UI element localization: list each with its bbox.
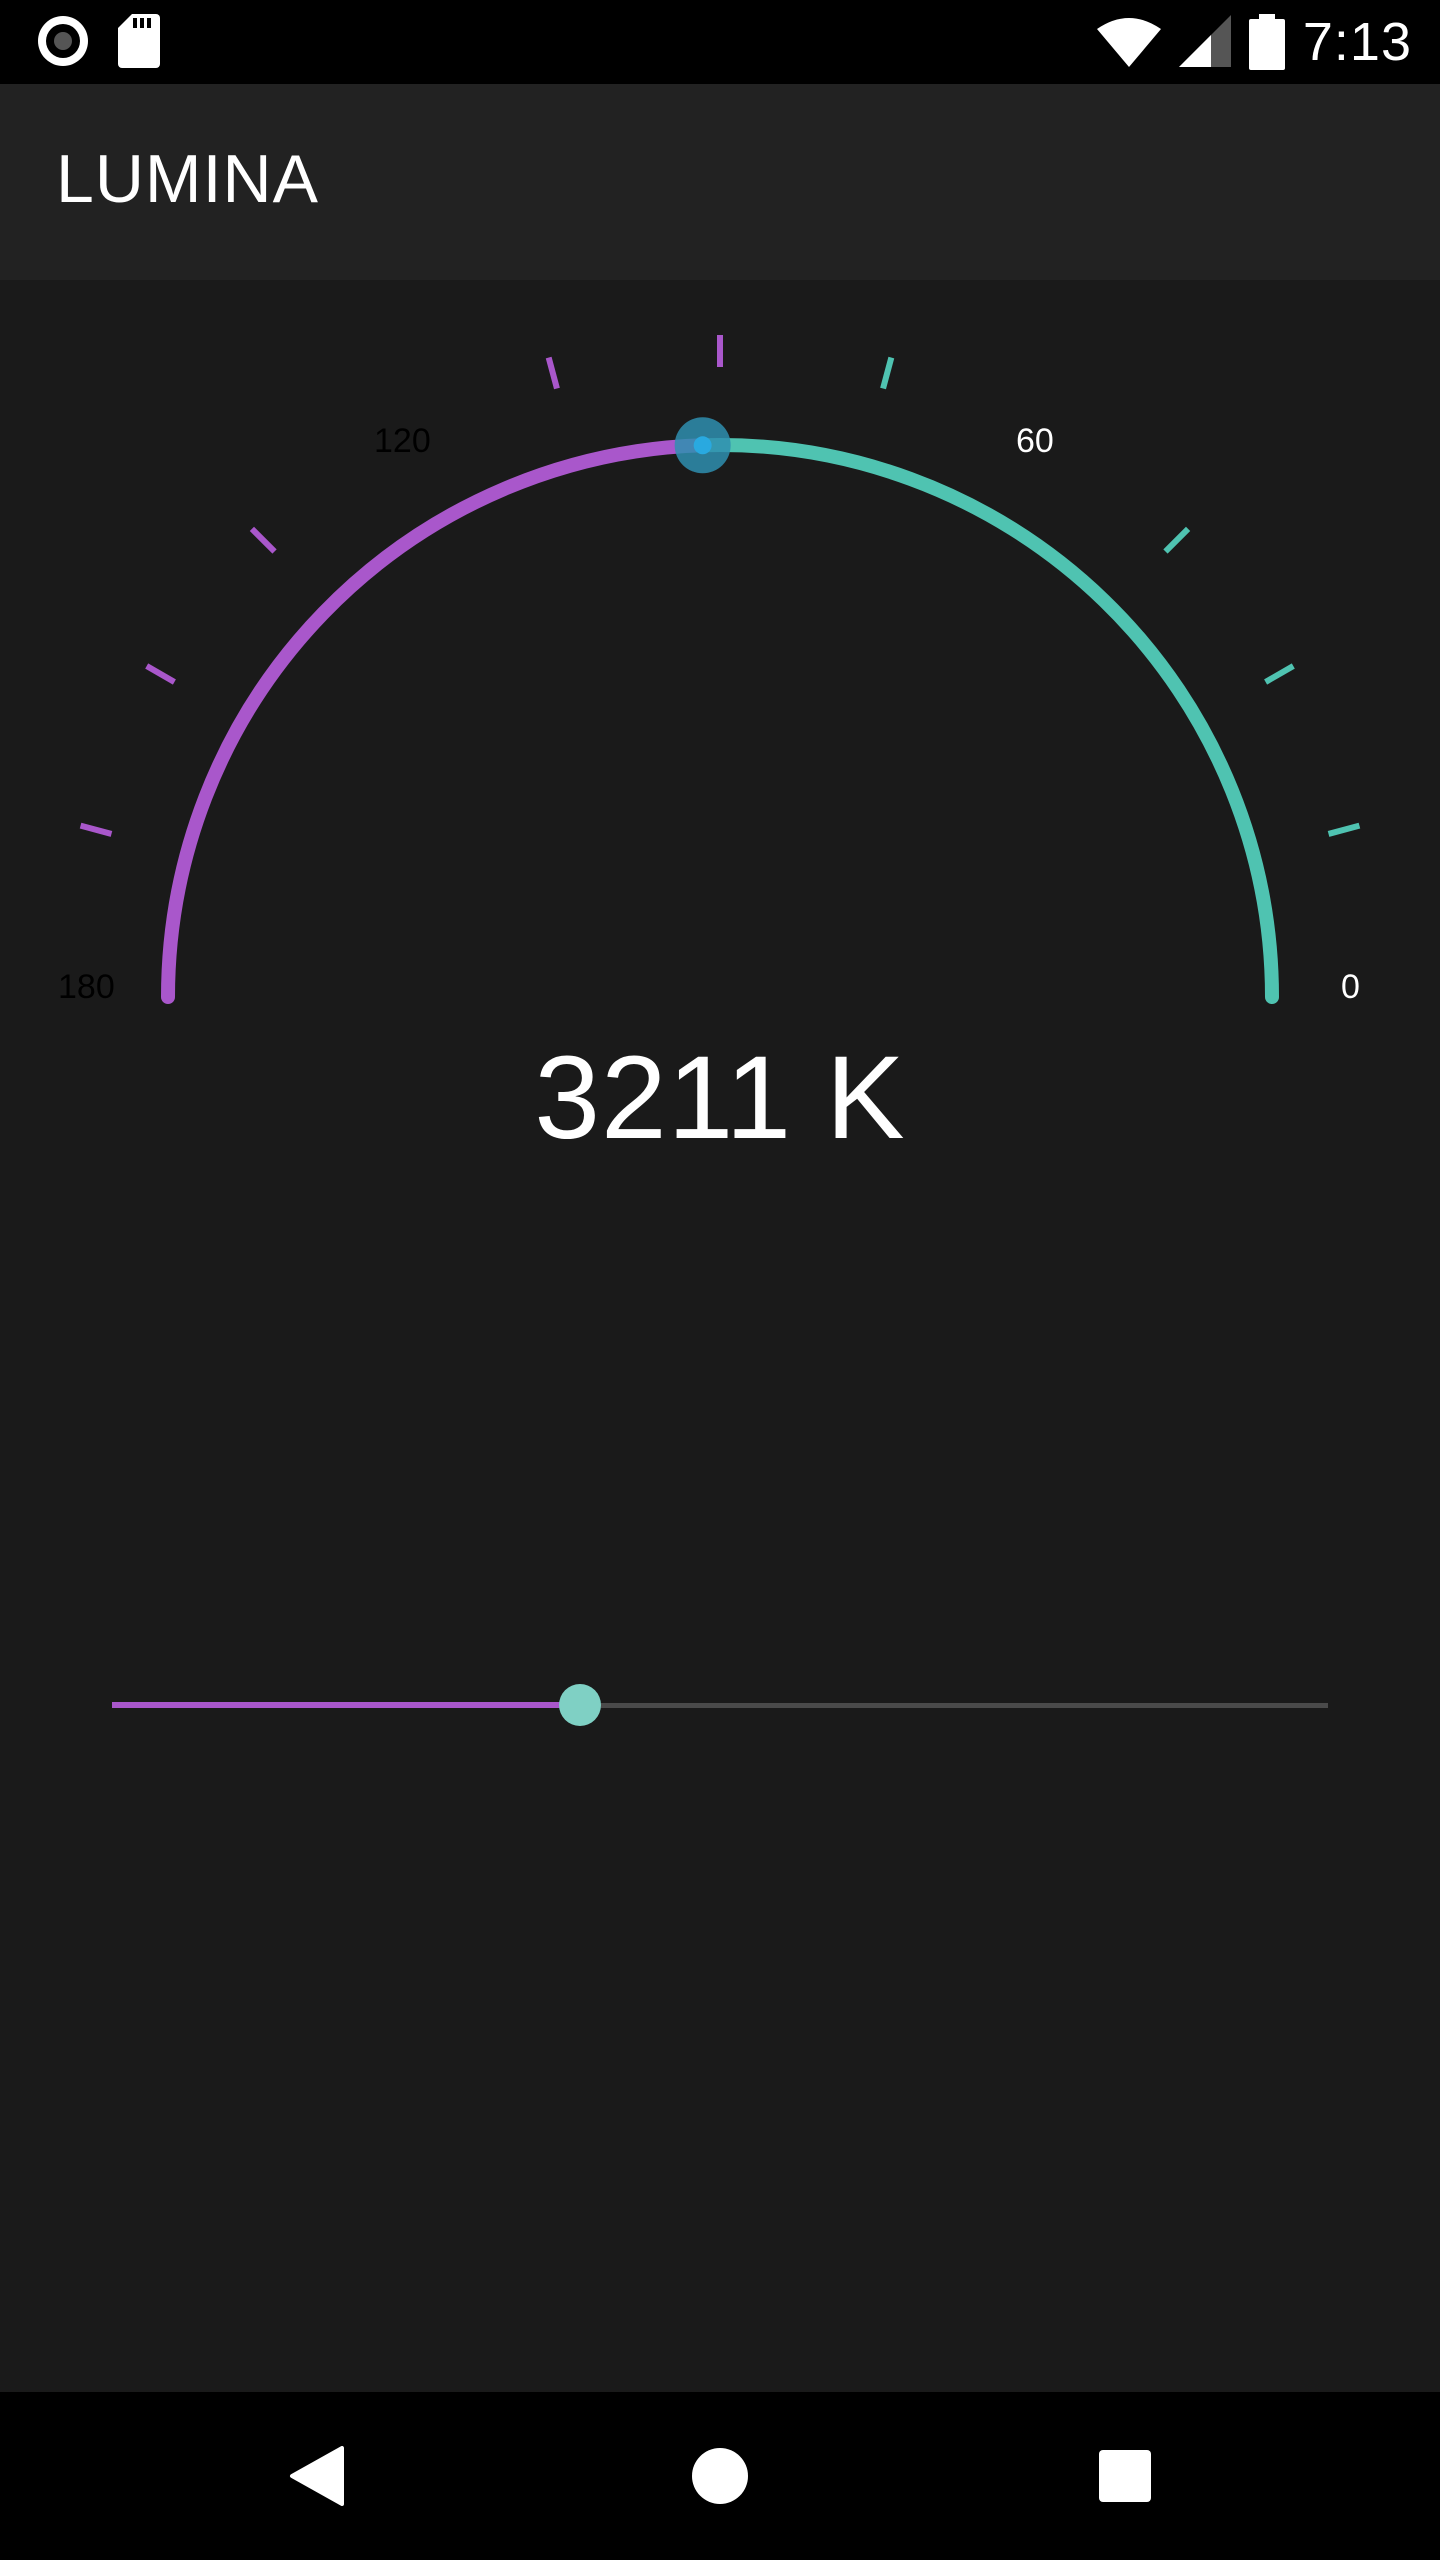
- main-content: 180 120 60 0 3211 K: [0, 280, 1440, 2392]
- sd-card-icon: [118, 14, 160, 68]
- app-title: LUMINA: [56, 141, 319, 217]
- gauge-arc-warm: [161, 438, 710, 1004]
- navigation-bar: [0, 2392, 1440, 2560]
- home-button[interactable]: [640, 2392, 800, 2560]
- status-time: 7:13: [1302, 12, 1412, 72]
- temperature-slider[interactable]: [112, 1675, 1328, 1735]
- tick-label-60: 60: [1016, 422, 1054, 460]
- wifi-icon: [1096, 18, 1161, 67]
- back-icon: [290, 2446, 344, 2506]
- gauge-tick-105: [545, 356, 560, 390]
- gauge-tick-45: [1163, 526, 1191, 554]
- app-bar: LUMINA: [0, 84, 1440, 280]
- radio-button-icon: [38, 16, 88, 66]
- gauge-tick-150: [145, 663, 176, 685]
- status-left-icons: [36, 14, 160, 68]
- gauge-tick-15: [1327, 822, 1361, 837]
- gauge-tick-30: [1264, 663, 1295, 685]
- tick-label-120: 120: [374, 422, 431, 460]
- gauge-tick-75: [880, 356, 895, 390]
- cell-signal-icon: [1178, 15, 1231, 67]
- battery-icon: [1248, 14, 1285, 70]
- gauge-thumb[interactable]: [674, 417, 731, 474]
- tick-label-180: 180: [58, 968, 115, 1006]
- slider-thumb[interactable]: [559, 1684, 602, 1726]
- status-right-icons: 7:13: [1096, 10, 1412, 74]
- slider-track-fill: [112, 1702, 581, 1708]
- back-button[interactable]: [236, 2392, 396, 2560]
- status-bar: 7:13: [0, 0, 1440, 84]
- tick-label-0: 0: [1341, 968, 1360, 1006]
- recents-button[interactable]: [1045, 2392, 1205, 2560]
- gauge-tick-135: [249, 526, 277, 554]
- home-icon: [692, 2448, 748, 2504]
- recents-icon: [1099, 2450, 1151, 2502]
- gauge-tick-165: [79, 822, 113, 837]
- temperature-readout: 3211 K: [534, 1032, 906, 1164]
